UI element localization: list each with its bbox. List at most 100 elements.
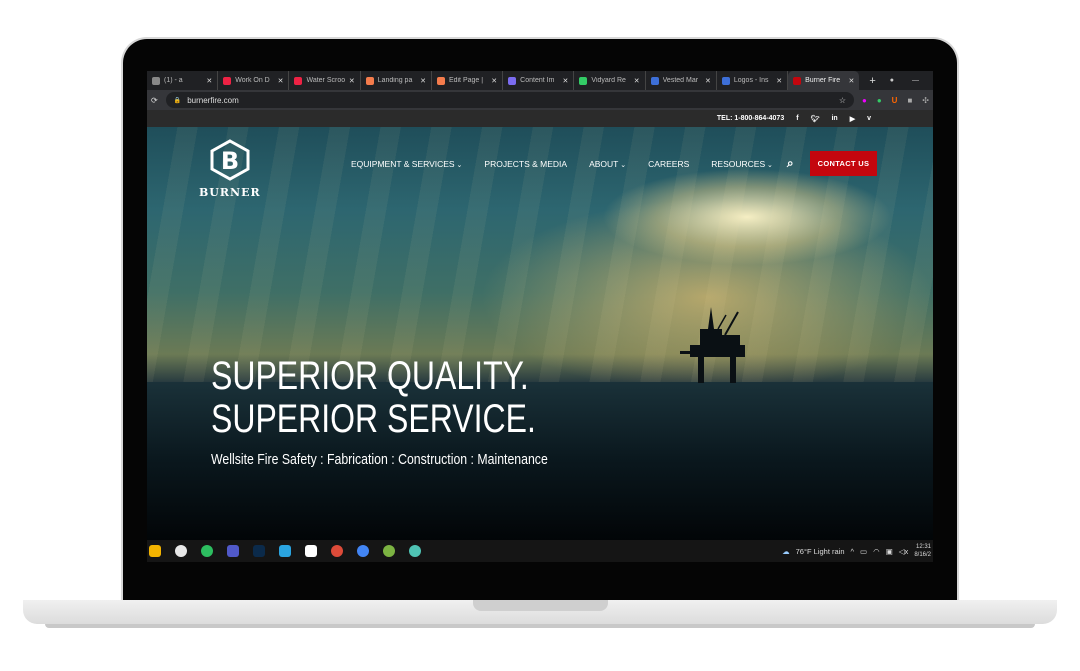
taskbar-azure-icon[interactable]: [279, 545, 291, 557]
contact-us-button[interactable]: CONTACT US: [809, 151, 878, 176]
tab-favicon-icon: [793, 76, 802, 85]
battery-icon[interactable]: ▭: [860, 547, 867, 556]
tab-close-icon[interactable]: ✕: [776, 77, 782, 85]
vidyard-extension-icon[interactable]: ●: [877, 96, 882, 105]
profile-icon[interactable]: ●: [890, 77, 894, 84]
tab-title: Landing pa: [377, 77, 413, 84]
headline-line-2: SUPERIOR SERVICE.: [211, 397, 536, 441]
laptop-notch: [473, 600, 608, 611]
chevron-down-icon: ⌄: [618, 161, 627, 169]
weather-icon: ☁: [782, 546, 790, 556]
tab-title: Vested Mar: [662, 77, 699, 84]
nav-item[interactable]: ABOUT ⌄: [589, 159, 626, 169]
laptop-screen: (1) - a ✕ Work On D ✕ Water Scroo ✕ Landing pa…: [147, 71, 933, 562]
browser-tab[interactable]: Vested Mar ✕: [646, 71, 717, 90]
camera-extension-icon[interactable]: ■: [907, 96, 912, 105]
minimize-button[interactable]: —: [912, 77, 919, 84]
tab-close-icon[interactable]: ✕: [349, 77, 355, 85]
bookmark-star-icon[interactable]: ☆: [839, 96, 846, 105]
nav-item-label: CAREERS: [648, 158, 690, 169]
browser-tab[interactable]: Edit Page | ✕: [432, 71, 504, 90]
windows-taskbar: ☁ 76°F Light rain ^ ▭ ◠ ▣ ◁x 12:31 8/16/2: [147, 540, 933, 562]
tab-favicon-icon: [294, 76, 303, 85]
tray-chevron-icon[interactable]: ^: [851, 547, 855, 556]
tab-title: Content Im: [520, 77, 555, 84]
hero-subtitle: Wellsite Fire Safety : Fabrication : Con…: [211, 451, 548, 468]
address-bar[interactable]: 🔒 burnerfire.com ☆: [165, 92, 854, 108]
tab-title: Vidyard Re: [591, 77, 626, 84]
taskbar-chrome-profile-icon[interactable]: [357, 545, 369, 557]
nav-item-label: ABOUT: [589, 158, 619, 169]
puzzle-extensions-icon[interactable]: ✣: [922, 96, 929, 105]
tab-close-icon[interactable]: ✕: [634, 77, 640, 85]
new-tab-button[interactable]: +: [869, 75, 875, 87]
clock[interactable]: 12:31 8/16/2: [914, 543, 931, 559]
phone-number[interactable]: TEL: 1-800-864-4073: [717, 115, 784, 122]
taskbar-files-icon[interactable]: [149, 545, 161, 557]
browser-tab[interactable]: Content Im ✕: [503, 71, 575, 90]
taskbar-app-icon[interactable]: [305, 545, 317, 557]
browser-tab[interactable]: Work On D ✕: [218, 71, 290, 90]
youtube-icon[interactable]: ▶: [850, 115, 855, 123]
nav-item-label: PROJECTS & MEDIA: [484, 158, 568, 169]
tab-title: Logos - Ins: [733, 77, 769, 84]
tab-title: Burner Fire: [805, 77, 841, 84]
laptop-base-shadow: [45, 624, 1035, 628]
taskbar-chrome-icon[interactable]: [331, 545, 343, 557]
wifi-icon[interactable]: ◠: [873, 547, 880, 556]
clock-time: 12:31: [915, 544, 931, 550]
tab-close-icon[interactable]: ✕: [705, 77, 711, 85]
tab-favicon-icon: [223, 76, 232, 85]
tab-favicon-icon: [508, 76, 517, 85]
burner-logo-hexagon: B: [210, 139, 250, 181]
tab-close-icon[interactable]: ✕: [420, 77, 426, 85]
svg-text:B: B: [221, 147, 239, 175]
site-top-bar: TEL: 1-800-864-4073 f 🐦︎ in ▶ v: [147, 110, 933, 127]
tab-close-icon[interactable]: ✕: [848, 77, 854, 85]
oil-rig-silhouette: [680, 307, 745, 383]
tab-close-icon[interactable]: ✕: [206, 77, 212, 85]
nav-item[interactable]: EQUIPMENT & SERVICES ⌄: [351, 159, 462, 169]
reload-icon[interactable]: ⟳: [151, 96, 158, 105]
hero-section: B BURNER EQUIPMENT & SERVICES ⌄ PROJECTS …: [147, 127, 933, 540]
burner-logo[interactable]: B BURNER: [199, 139, 261, 199]
tab-bar: (1) - a ✕ Work On D ✕ Water Scroo ✕ Landing pa…: [147, 71, 933, 90]
color-extension-icon[interactable]: ●: [862, 96, 867, 105]
browser-tab[interactable]: Logos - Ins ✕: [717, 71, 789, 90]
chevron-down-icon: ⌄: [765, 161, 773, 169]
browser-tab[interactable]: Landing pa ✕: [361, 71, 432, 90]
tab-favicon-icon: [365, 76, 374, 85]
tab-close-icon[interactable]: ✕: [278, 77, 284, 85]
u-extension-icon[interactable]: U: [892, 96, 898, 105]
browser-tab[interactable]: (1) - a ✕: [147, 71, 219, 90]
clock-date: 8/16/2: [914, 552, 931, 558]
volume-icon[interactable]: ◁x: [899, 547, 909, 556]
tab-close-icon[interactable]: ✕: [491, 77, 497, 85]
twitter-icon[interactable]: 🐦︎: [811, 115, 820, 123]
nav-item[interactable]: RESOURCES ⌄: [711, 159, 773, 169]
browser-tab[interactable]: Vidyard Re ✕: [574, 71, 646, 90]
taskbar-app-teal-icon[interactable]: [409, 545, 421, 557]
nav-item[interactable]: CAREERS: [648, 159, 689, 169]
facebook-icon[interactable]: f: [796, 115, 798, 122]
notification-icon[interactable]: ▣: [886, 547, 893, 556]
browser-tab[interactable]: Burner Fire ✕: [788, 71, 860, 90]
url-text: burnerfire.com: [187, 95, 239, 105]
tab-title: (1) - a: [164, 77, 183, 84]
hero-headline: SUPERIOR QUALITY. SUPERIOR SERVICE.: [211, 355, 536, 441]
taskbar-app-green-icon[interactable]: [383, 545, 395, 557]
browser-tab[interactable]: Water Scroo ✕: [289, 71, 361, 90]
tab-close-icon[interactable]: ✕: [563, 77, 569, 85]
tab-favicon-icon: [436, 76, 445, 85]
taskbar-teams-icon[interactable]: [227, 545, 239, 557]
tab-favicon-icon: [579, 76, 588, 85]
taskbar-photoshop-icon[interactable]: [253, 545, 265, 557]
nav-item[interactable]: PROJECTS & MEDIA: [484, 159, 567, 169]
taskbar-evernote-icon[interactable]: [201, 545, 213, 557]
weather-text[interactable]: 76°F Light rain: [796, 547, 845, 556]
tab-title: Water Scroo: [306, 77, 345, 84]
vimeo-icon[interactable]: v: [867, 115, 871, 122]
search-icon[interactable]: ⌕: [787, 156, 794, 171]
taskbar-slack-icon[interactable]: [175, 545, 187, 557]
linkedin-icon[interactable]: in: [831, 115, 837, 122]
